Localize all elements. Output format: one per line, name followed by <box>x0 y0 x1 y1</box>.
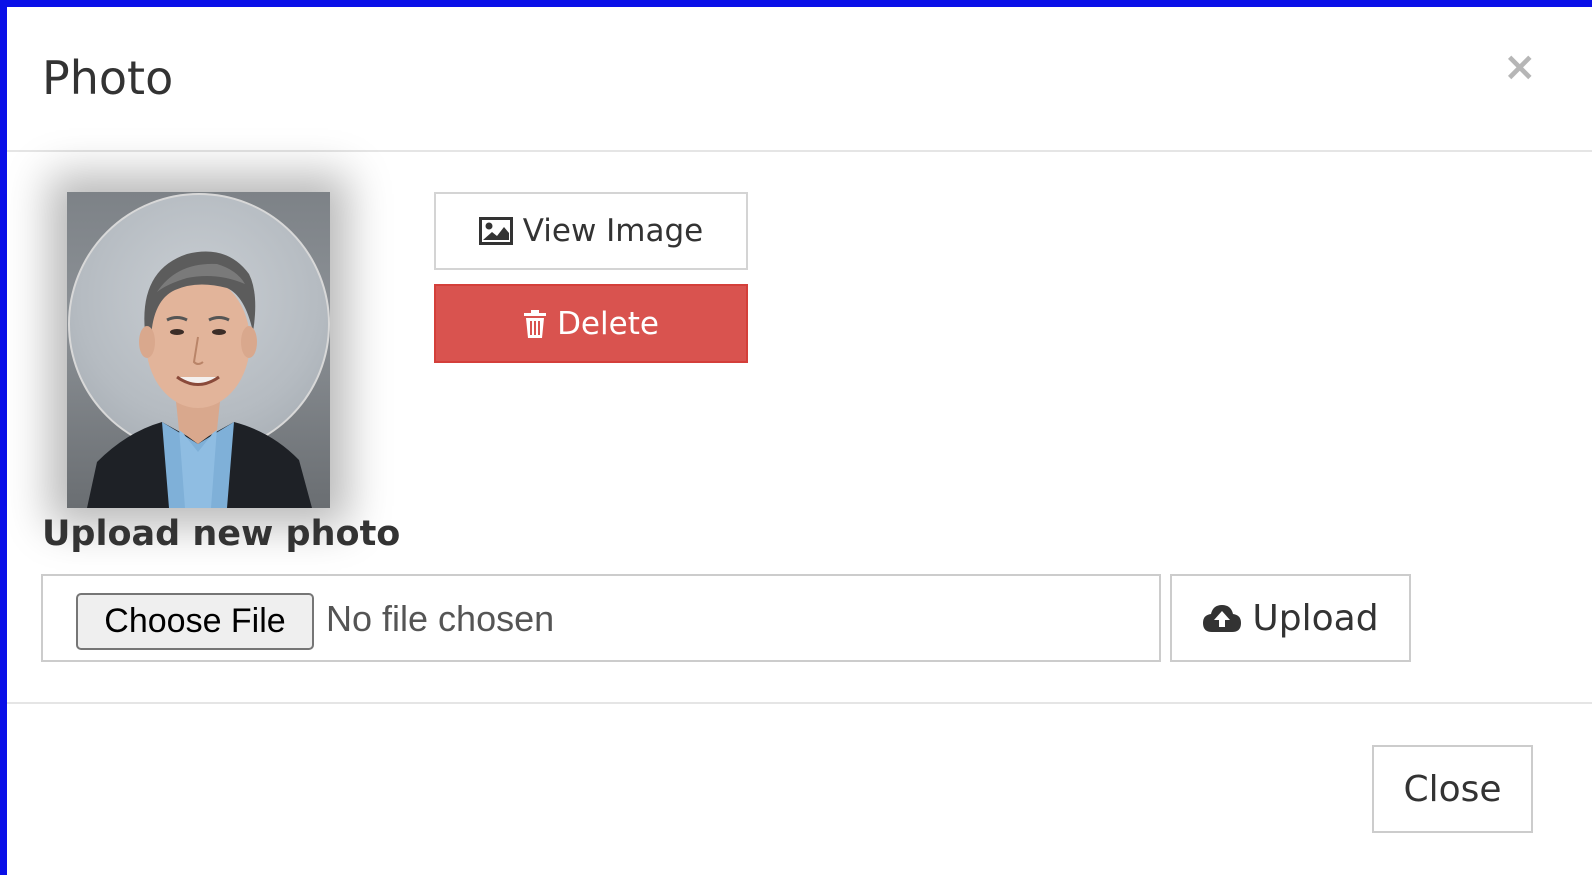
close-icon[interactable]: × <box>1503 47 1537 87</box>
view-image-button[interactable]: View Image <box>434 192 748 270</box>
delete-button[interactable]: Delete <box>434 284 748 363</box>
window-frame-left <box>0 0 7 875</box>
header-divider <box>7 150 1592 152</box>
image-icon <box>478 217 513 245</box>
modal-title: Photo <box>42 51 174 105</box>
cloud-upload-icon <box>1202 603 1242 633</box>
window-frame-top <box>0 0 1592 7</box>
profile-photo <box>67 192 330 508</box>
footer-divider <box>7 702 1592 704</box>
upload-label: Upload <box>1252 597 1379 639</box>
choose-file-button[interactable]: Choose File <box>76 593 314 650</box>
upload-button[interactable]: Upload <box>1170 574 1411 662</box>
close-button[interactable]: Close <box>1372 745 1533 833</box>
delete-label: Delete <box>557 305 659 342</box>
photo-modal: Photo × View Image Delete Upload new pho… <box>7 7 1592 875</box>
upload-section-label: Upload new photo <box>42 514 401 554</box>
file-status-text: No file chosen <box>326 598 555 639</box>
person-portrait <box>87 251 312 508</box>
trash-icon <box>523 309 547 338</box>
file-input[interactable]: Choose File No file chosen <box>41 574 1161 662</box>
view-image-label: View Image <box>522 213 704 249</box>
